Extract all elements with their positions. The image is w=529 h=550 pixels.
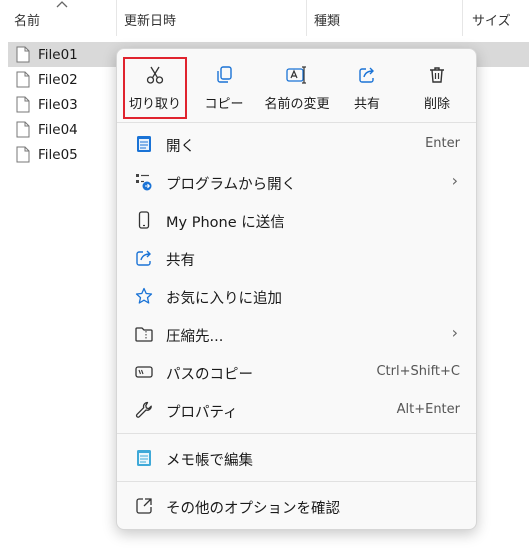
- sort-ascending-icon[interactable]: [56, 0, 68, 8]
- share-button[interactable]: 共有: [347, 59, 387, 117]
- context-toolbar: 切り取り コピー 名前の変更 共有 削除: [117, 57, 476, 119]
- menu-item-label: プロパティ: [166, 405, 238, 421]
- shortcut-label: Enter: [425, 136, 460, 151]
- share-icon: [359, 67, 374, 83]
- notepad-icon: [137, 136, 151, 152]
- file-icon: [16, 121, 30, 138]
- menu-item-label: 共有: [166, 253, 195, 269]
- delete-label: 削除: [423, 97, 450, 112]
- wrench-icon: [135, 401, 152, 418]
- file-name: File05: [38, 146, 78, 163]
- column-header: 名前 更新日時 種類 サイズ: [0, 0, 529, 36]
- chevron-right-icon: ›: [451, 323, 458, 342]
- menu-item-open-with[interactable]: プログラムから開く ›: [117, 164, 476, 200]
- menu-item-edit-notepad[interactable]: メモ帳で編集: [117, 440, 476, 476]
- menu-item-share[interactable]: 共有: [117, 240, 476, 276]
- menu-item-open[interactable]: 開く Enter: [117, 126, 476, 162]
- menu-item-send-to-phone[interactable]: My Phone に送信: [117, 202, 476, 238]
- copy-button[interactable]: コピー: [199, 59, 249, 117]
- file-icon: [16, 96, 30, 113]
- menu-item-label: プログラムから開く: [166, 177, 297, 193]
- file-name: File04: [38, 121, 78, 138]
- star-icon: [135, 287, 153, 304]
- file-name: File03: [38, 96, 78, 113]
- shortcut-label: Ctrl+Shift+C: [376, 364, 460, 379]
- copy-label: コピー: [204, 97, 244, 112]
- trash-icon: [430, 67, 444, 83]
- share-icon: [136, 250, 151, 266]
- menu-item-label: My Phone に送信: [166, 215, 285, 231]
- notepad-icon: [137, 450, 151, 466]
- column-modified[interactable]: 更新日時: [124, 10, 176, 29]
- chevron-right-icon: ›: [451, 171, 458, 190]
- menu-item-label: メモ帳で編集: [166, 453, 253, 469]
- file-icon: [16, 146, 30, 163]
- phone-icon: [138, 211, 150, 229]
- menu-item-label: 開く: [166, 139, 195, 155]
- file-icon: [16, 46, 30, 63]
- delete-button[interactable]: 削除: [417, 59, 457, 117]
- divider: [117, 481, 476, 482]
- file-icon: [16, 71, 30, 88]
- path-copy-icon: [135, 366, 153, 378]
- menu-item-label: お気に入りに追加: [166, 291, 282, 307]
- share-label: 共有: [353, 97, 380, 112]
- scissors-icon: [146, 66, 164, 84]
- column-type[interactable]: 種類: [314, 10, 340, 29]
- file-name: File02: [38, 71, 78, 88]
- divider: [117, 433, 476, 434]
- shortcut-label: Alt+Enter: [396, 402, 460, 417]
- context-menu: 切り取り コピー 名前の変更 共有 削除 開く Enter プログラムから開く …: [116, 48, 477, 530]
- column-name[interactable]: 名前: [14, 10, 40, 29]
- copy-icon: [217, 66, 232, 83]
- cut-button[interactable]: 切り取り: [123, 57, 187, 119]
- column-size[interactable]: サイズ: [472, 10, 511, 29]
- menu-item-label: その他のオプションを確認: [166, 501, 340, 517]
- menu-item-label: 圧縮先...: [166, 329, 224, 345]
- menu-item-more-options[interactable]: その他のオプションを確認: [117, 488, 476, 524]
- menu-item-add-favorite[interactable]: お気に入りに追加: [117, 278, 476, 314]
- zip-folder-icon: [135, 327, 153, 342]
- divider: [117, 122, 476, 123]
- open-with-icon: [136, 174, 152, 191]
- menu-item-compress[interactable]: 圧縮先... ›: [117, 316, 476, 352]
- menu-item-properties[interactable]: プロパティ Alt+Enter: [117, 392, 476, 428]
- file-name: File01: [38, 46, 78, 63]
- rename-button[interactable]: 名前の変更: [257, 59, 337, 117]
- menu-item-label: パスのコピー: [166, 367, 253, 383]
- more-options-icon: [136, 498, 152, 514]
- rename-label: 名前の変更: [264, 97, 330, 112]
- menu-item-copy-path[interactable]: パスのコピー Ctrl+Shift+C: [117, 354, 476, 390]
- rename-icon: [286, 66, 306, 84]
- cut-label: 切り取り: [128, 97, 181, 112]
